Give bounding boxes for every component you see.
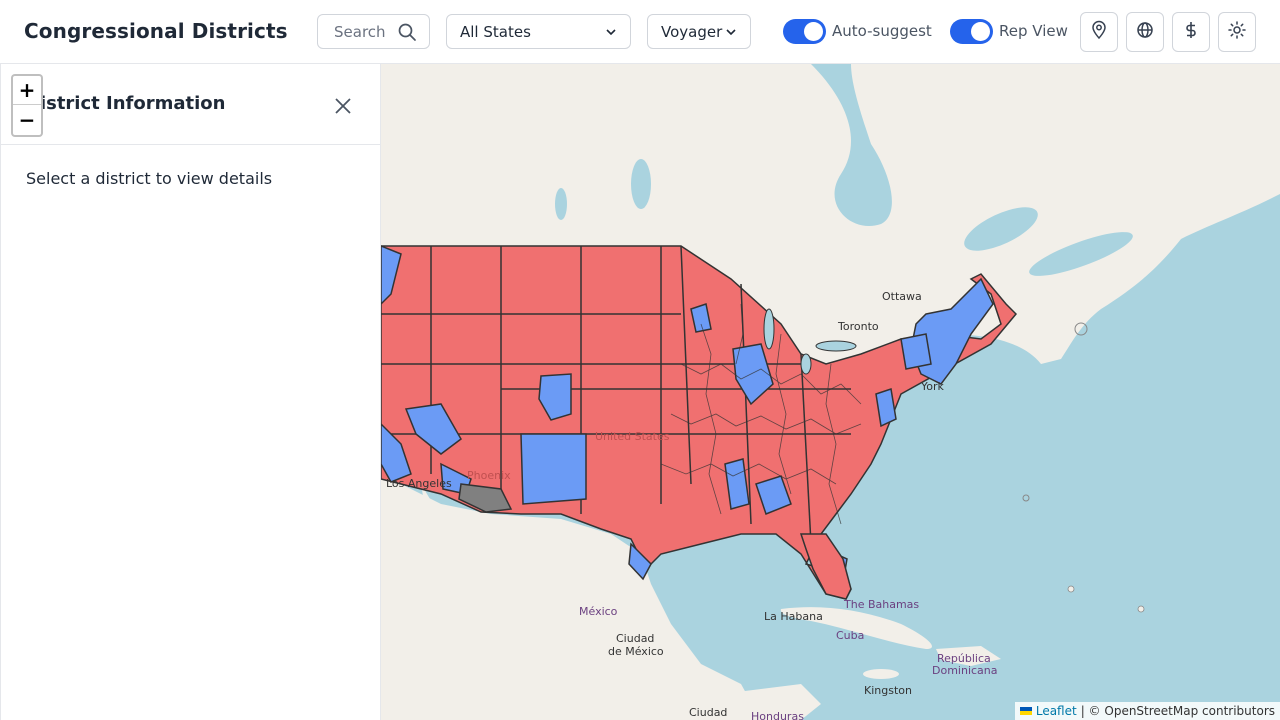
sidebar-title: District Information	[25, 93, 226, 114]
locate-button[interactable]	[1080, 12, 1118, 52]
label-new-york: York	[921, 380, 944, 393]
label-ciudad-mexico-2: de México	[608, 645, 664, 658]
label-kingston: Kingston	[864, 684, 912, 697]
chevron-down-icon	[724, 25, 738, 43]
district-nyc	[900, 333, 932, 370]
state-select-value: All States	[460, 22, 531, 41]
ukraine-flag-icon	[1019, 707, 1032, 715]
app-title: Congressional Districts	[24, 19, 288, 43]
district-new-mexico	[520, 433, 587, 505]
zoom-control: + −	[11, 74, 43, 137]
top-bar: Congressional Districts Search All State…	[0, 0, 1280, 64]
autosuggest-toggle[interactable]	[783, 19, 826, 44]
label-phoenix: Phoenix	[467, 469, 511, 482]
label-ciudad-bottom: Ciudad	[689, 706, 728, 719]
close-icon[interactable]	[333, 96, 353, 116]
map-pin-icon	[1089, 20, 1109, 44]
map-svg	[381, 64, 1280, 720]
map-canvas[interactable]: Ottawa Toronto York United States Phoeni…	[381, 64, 1280, 720]
sun-icon	[1227, 20, 1247, 44]
label-toronto: Toronto	[838, 320, 879, 333]
label-cuba: Cuba	[836, 629, 865, 642]
label-mexico: México	[579, 605, 618, 618]
finance-button[interactable]	[1172, 12, 1210, 52]
leaflet-link[interactable]: Leaflet	[1036, 704, 1077, 718]
district-sidebar: District Information Select a district t…	[0, 64, 381, 720]
label-honduras: Honduras	[751, 710, 804, 720]
repview-label: Rep View	[999, 22, 1068, 40]
label-los-angeles: Los Angeles	[386, 477, 452, 490]
chevron-down-icon	[604, 25, 618, 43]
label-bahamas: The Bahamas	[844, 598, 920, 611]
zoom-in-button[interactable]: +	[13, 76, 41, 105]
state-select[interactable]: All States	[446, 14, 631, 49]
label-la-habana: La Habana	[764, 610, 823, 623]
globe-button[interactable]	[1126, 12, 1164, 52]
label-ottawa: Ottawa	[882, 290, 922, 303]
label-united-states: United States	[595, 430, 670, 443]
search-icon	[397, 22, 417, 46]
map-attribution: Leaflet | © OpenStreetMap contributors	[1014, 702, 1280, 720]
basemap-select-value: Voyager	[661, 22, 723, 41]
autosuggest-label: Auto-suggest	[832, 22, 932, 40]
search-placeholder: Search	[334, 22, 386, 41]
repview-toggle[interactable]	[950, 19, 993, 44]
empty-state-text: Select a district to view details	[26, 169, 273, 188]
globe-icon	[1135, 20, 1155, 44]
label-dominicana: Dominicana	[932, 664, 998, 677]
search-input[interactable]: Search	[317, 14, 430, 49]
sidebar-header: District Information	[1, 64, 381, 145]
zoom-out-button[interactable]: −	[13, 105, 41, 134]
label-ciudad-mexico-1: Ciudad	[616, 632, 655, 645]
basemap-select[interactable]: Voyager	[647, 14, 751, 49]
theme-button[interactable]	[1218, 12, 1256, 52]
dollar-icon	[1181, 20, 1201, 44]
osm-attribution: | © OpenStreetMap contributors	[1080, 704, 1275, 718]
